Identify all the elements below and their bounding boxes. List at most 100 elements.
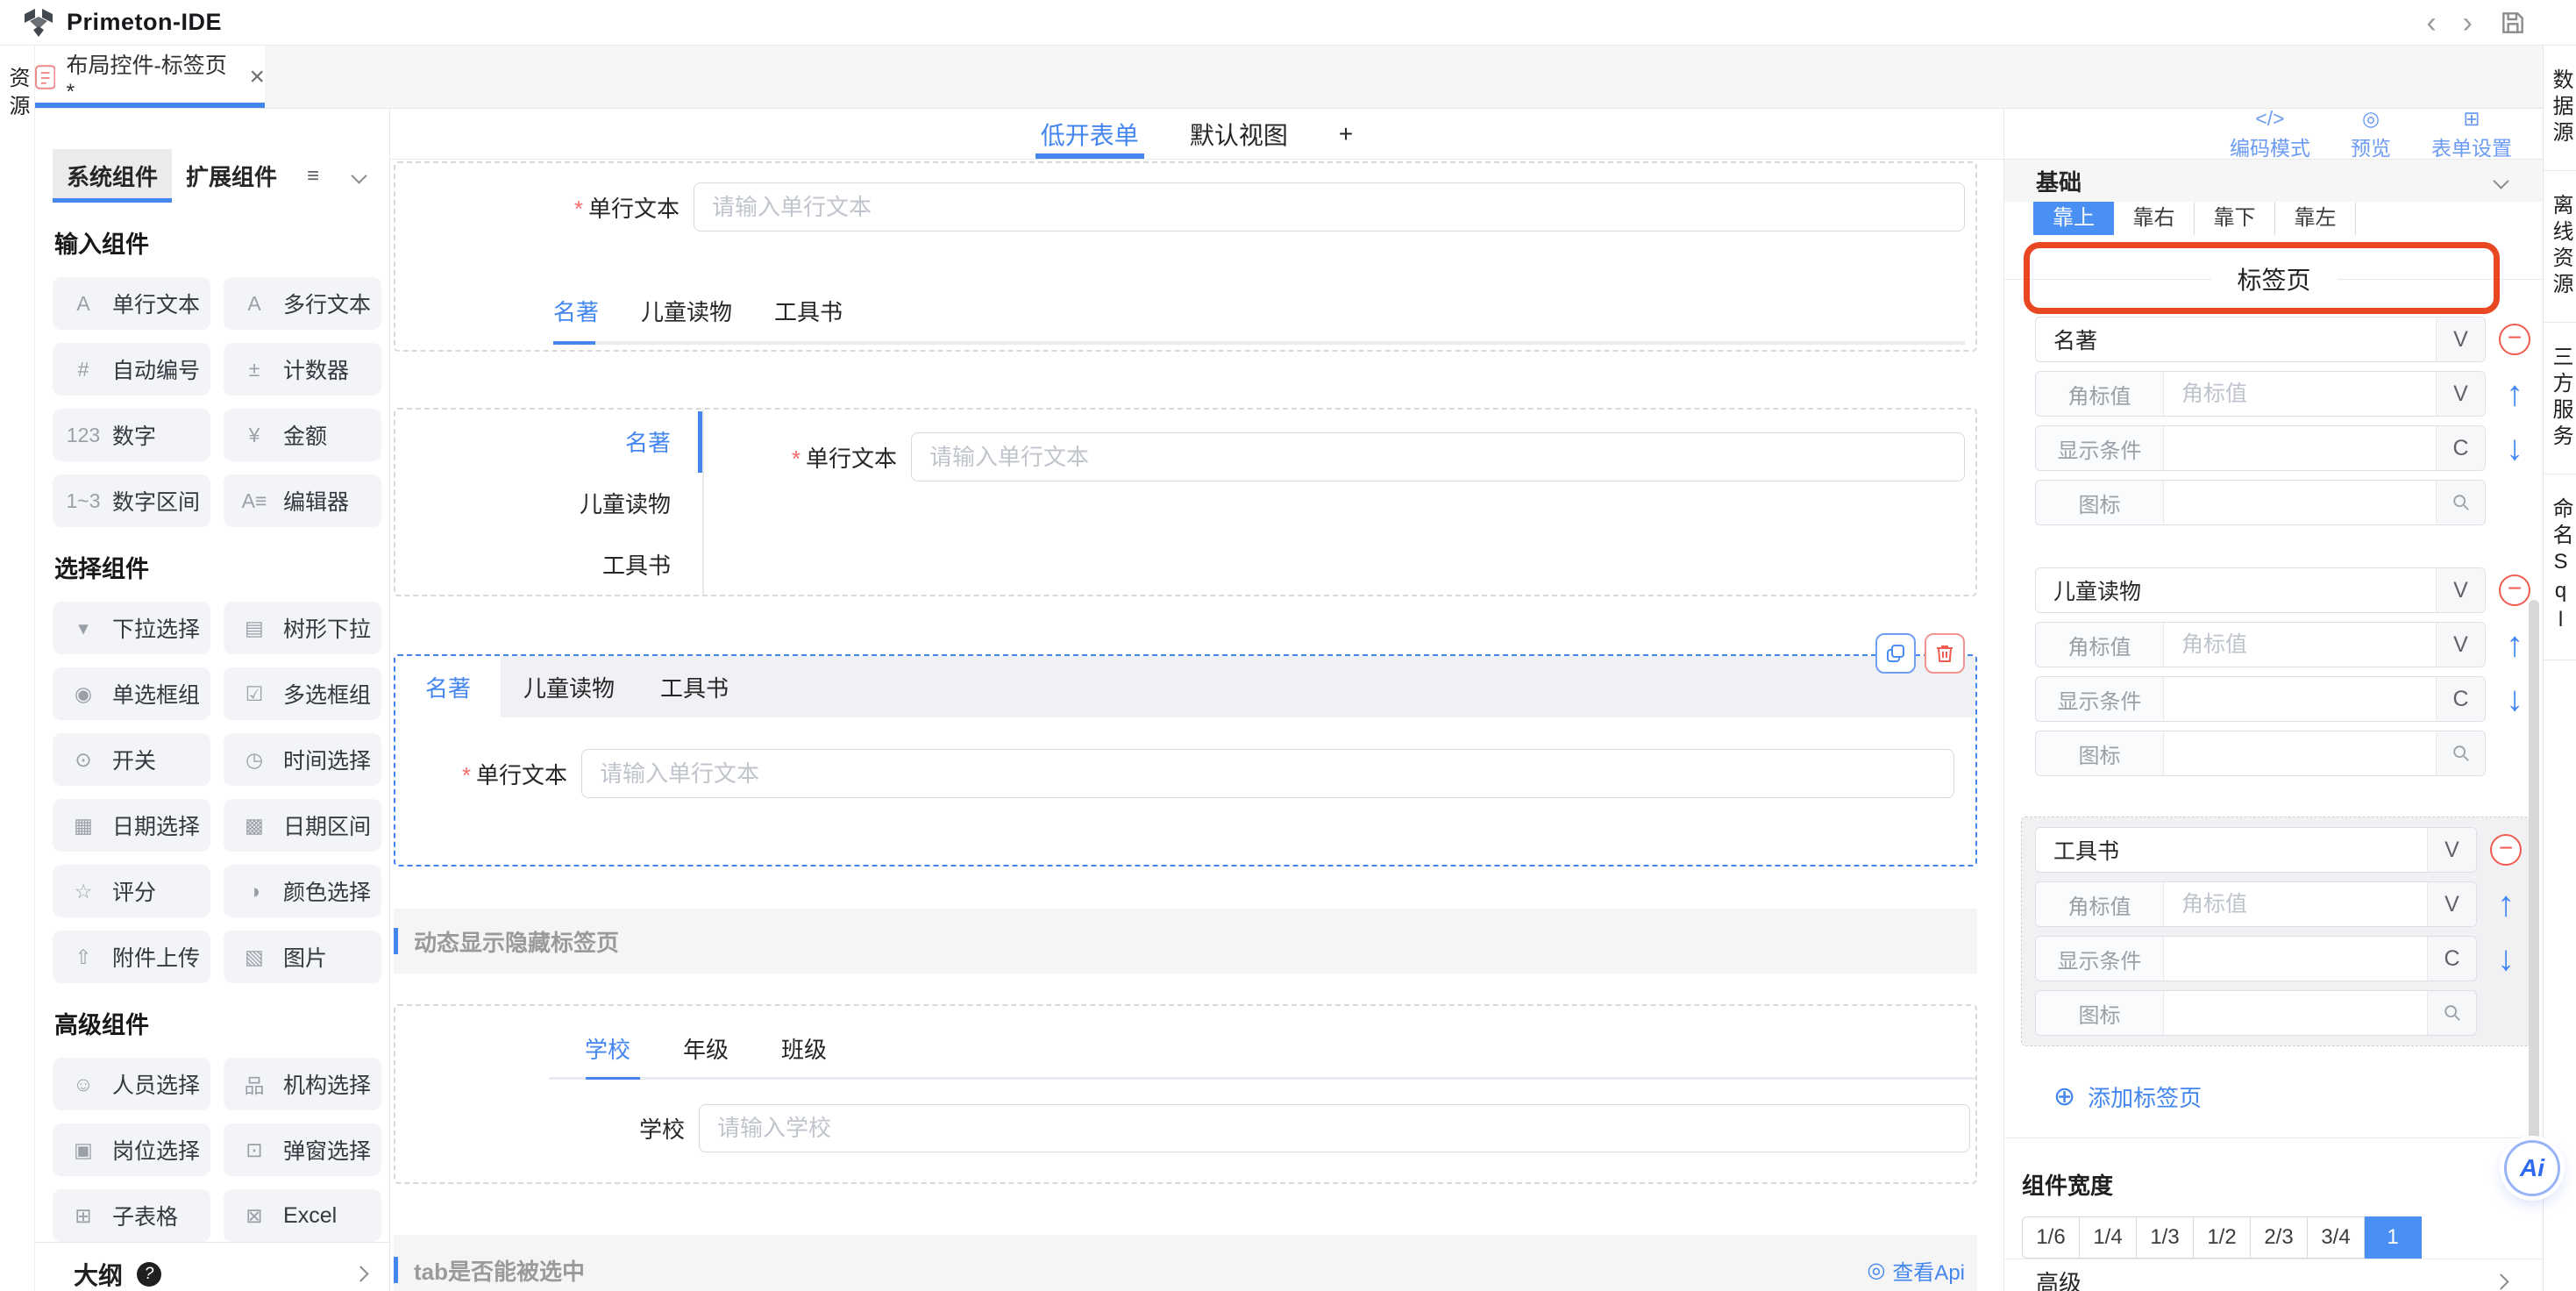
palette-item-amount[interactable]: ¥ 金额 [224,409,381,461]
width-option[interactable]: 1 [2365,1216,2422,1259]
condition-input[interactable] [2164,937,2427,981]
close-icon[interactable]: × [249,64,265,90]
palette-item-switch[interactable]: ⊙ 开关 [53,733,210,786]
icon-search-button[interactable] [2436,731,2485,775]
width-option[interactable]: 1/2 [2194,1216,2251,1259]
badge-input[interactable] [2164,623,2436,667]
palette-menu-icon[interactable]: ≡ [307,164,319,189]
condition-input[interactable] [2164,426,2436,470]
tab-position-option[interactable]: 靠上 [2033,202,2114,235]
move-down-button[interactable]: ↓ [2506,681,2523,717]
book-tab[interactable]: 儿童读物 [501,656,637,717]
book-tab[interactable]: 名著 [395,411,702,473]
variable-toggle[interactable]: V [2427,882,2476,926]
palette-item-number[interactable]: 123 数字 [53,409,210,461]
palette-item-counter[interactable]: ± 计数器 [224,343,381,396]
palette-item-editor[interactable]: A≡ 编辑器 [224,474,381,527]
palette-item-single-line-text[interactable]: A 单行文本 [53,277,210,330]
tabs-component-selected[interactable]: 名著 儿童读物 工具书 *单行文本 [394,654,1977,867]
palette-item-auto-number[interactable]: # 自动编号 [53,343,210,396]
delete-button[interactable] [1925,633,1965,674]
palette-collapse-icon[interactable] [351,168,366,183]
remove-tab-button[interactable]: − [2499,574,2530,606]
palette-item-number-range[interactable]: 1~3 数字区间 [53,474,210,527]
view-tab[interactable]: 低开表单 [1041,109,1139,159]
badge-input[interactable] [2164,882,2427,926]
width-option[interactable]: 2/3 [2251,1216,2308,1259]
rail-item[interactable]: 数据源 [2544,46,2576,171]
book-tab[interactable]: 儿童读物 [641,295,732,327]
rail-item[interactable]: 命名Sql [2544,474,2576,660]
school-tab[interactable]: 学校 [585,1032,630,1065]
move-up-button[interactable]: ↑ [2497,887,2515,922]
remove-tab-button[interactable]: − [2499,324,2530,355]
condition-toggle[interactable]: C [2436,426,2485,470]
info-icon[interactable]: ? [137,1262,161,1287]
toolbar-button[interactable]: ◎ 预览 [2351,107,2391,161]
palette-item-sub-table[interactable]: ⊞ 子表格 [53,1189,210,1242]
move-up-button[interactable]: ↑ [2506,376,2523,411]
tabs-component-left[interactable]: 名著 儿童读物 工具书 *单行文本 [394,408,1977,596]
school-tab[interactable]: 班级 [781,1032,827,1065]
palette-item-attachment-upload[interactable]: ⇧ 附件上传 [53,931,210,983]
tabs-component-bottom[interactable]: *单行文本 名著 儿童读物 工具书 [394,161,1977,352]
outline-footer[interactable]: 大纲 ? [35,1242,389,1291]
move-down-button[interactable]: ↓ [2506,431,2523,466]
palette-item-color-picker[interactable]: ◑ 颜色选择 [224,865,381,917]
back-icon[interactable]: ‹ [2426,8,2436,38]
palette-item-rating[interactable]: ☆ 评分 [53,865,210,917]
rail-item[interactable]: 离线资源 [2544,171,2576,323]
tab-position-option[interactable]: 靠左 [2275,202,2356,235]
ai-assistant-button[interactable]: Ai [2504,1140,2560,1196]
remove-tab-button[interactable]: − [2490,834,2522,866]
width-option[interactable]: 3/4 [2308,1216,2365,1259]
move-up-button[interactable]: ↑ [2506,627,2523,662]
rail-item[interactable]: 三方服务 [2544,323,2576,474]
view-tab[interactable]: + [1339,109,1353,159]
condition-toggle[interactable]: C [2436,677,2485,721]
palette-item-radio-group[interactable]: ◉ 单选框组 [53,667,210,720]
icon-input[interactable] [2164,731,2436,775]
palette-item-person-select[interactable]: ☺ 人员选择 [53,1058,210,1110]
palette-item-image[interactable]: ▧ 图片 [224,931,381,983]
palette-item-org-select[interactable]: 品 机构选择 [224,1058,381,1110]
add-tab-page-button[interactable]: ⊕ 添加标签页 [2004,1081,2544,1113]
variable-toggle[interactable]: V [2427,828,2476,872]
icon-input[interactable] [2164,991,2427,1035]
scrollbar-thumb[interactable] [2529,600,2539,1193]
toolbar-button[interactable]: </> 编码模式 [2230,107,2310,161]
condition-toggle[interactable]: C [2427,937,2476,981]
document-tab[interactable]: 布局控件-标签页* × [35,46,265,108]
forward-icon[interactable]: › [2463,8,2473,38]
variable-toggle[interactable]: V [2436,372,2485,416]
book-tab[interactable]: 工具书 [395,533,702,595]
book-tab[interactable]: 工具书 [774,295,843,327]
toolbar-button[interactable]: ⊞ 表单设置 [2431,107,2512,161]
palette-tab[interactable]: 系统组件 [53,149,172,203]
single-line-text-input[interactable] [694,182,1965,232]
palette-item-excel[interactable]: ⊠ Excel [224,1189,381,1242]
palette-item-checkbox-group[interactable]: ☑ 多选框组 [224,667,381,720]
tab-name-input[interactable] [2036,568,2436,612]
school-input[interactable] [699,1104,1970,1152]
copy-button[interactable] [1875,633,1916,674]
icon-search-button[interactable] [2436,481,2485,524]
palette-item-post-select[interactable]: ▣ 岗位选择 [53,1123,210,1176]
icon-search-button[interactable] [2427,991,2476,1035]
book-tab[interactable]: 工具书 [637,656,751,717]
chevron-right-icon[interactable] [352,1266,368,1281]
variable-toggle[interactable]: V [2436,317,2485,361]
tab-name-input[interactable] [2036,317,2436,361]
variable-toggle[interactable]: V [2436,623,2485,667]
palette-item-date-picker[interactable]: ▦ 日期选择 [53,799,210,852]
tab-position-option[interactable]: 靠右 [2114,202,2195,235]
view-api-link[interactable]: ◎ 查看Api [1867,1255,1965,1286]
icon-input[interactable] [2164,481,2436,524]
single-line-text-input[interactable] [911,432,1965,481]
palette-item-date-range[interactable]: ▩ 日期区间 [224,799,381,852]
book-tab[interactable]: 名著 [395,656,501,717]
single-line-text-input[interactable] [581,749,1954,798]
view-tab[interactable]: 默认视图 [1190,109,1288,159]
school-tab[interactable]: 年级 [683,1032,729,1065]
palette-item-multi-line-text[interactable]: A 多行文本 [224,277,381,330]
